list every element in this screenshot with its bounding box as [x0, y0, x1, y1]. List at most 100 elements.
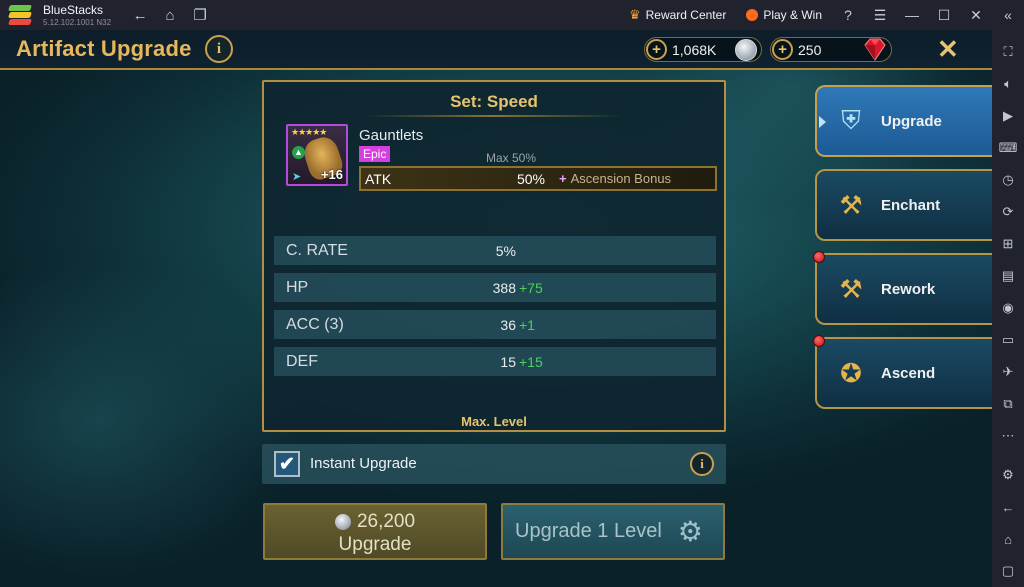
ascension-bonus: + Ascension Bonus	[559, 171, 671, 186]
substat-row: HP 388 +75	[274, 273, 716, 302]
reward-center-label: Reward Center	[645, 8, 727, 22]
max-stat-label: Max 50%	[486, 151, 537, 165]
multi-window-icon[interactable]: ❐	[185, 6, 215, 24]
bluestacks-titlebar: BlueStacks 5.12.102.1001 N32 ← ⌂ ❐ ♛ Rew…	[0, 0, 1024, 30]
main-stat-label: ATK	[365, 170, 392, 187]
substat-label: C. RATE	[286, 241, 348, 259]
set-divider	[364, 115, 624, 117]
substat-value: 5%	[495, 242, 516, 259]
sidebar-home-icon[interactable]: ⌂	[992, 523, 1024, 555]
artifact-icon[interactable]: ★★★★★ ▲ ➤ +16	[286, 124, 348, 186]
help-icon[interactable]: ?	[832, 7, 864, 23]
back-arrow-icon[interactable]: ←	[125, 7, 155, 24]
substat-increase: +75	[519, 279, 543, 296]
substat-label: ACC (3)	[286, 315, 344, 333]
substat-value: 388	[492, 279, 516, 296]
ascension-bonus-label: Ascension Bonus	[570, 171, 672, 186]
crown-icon: ♛	[628, 7, 641, 22]
notification-dot	[813, 335, 825, 347]
main-stat-value: 50%	[516, 170, 545, 187]
page-title: Artifact Upgrade	[16, 36, 192, 61]
silver-coin-icon	[735, 39, 757, 61]
app-version: 5.12.102.1001 N32	[43, 17, 112, 27]
collapse-sidebar-icon[interactable]: «	[992, 7, 1024, 23]
recent-apps-icon[interactable]: ▢	[992, 555, 1024, 587]
instant-upgrade-checkbox[interactable]: ✔	[274, 451, 300, 477]
tab-ascend[interactable]: ✪ Ascend	[813, 335, 992, 409]
substat-increase: +15	[519, 353, 543, 370]
tab-enchant[interactable]: ⚒ Enchant	[815, 169, 992, 241]
main-stat-row: ATK 50% + Ascension Bonus	[359, 166, 717, 191]
notification-dot	[813, 251, 825, 263]
airplane-icon[interactable]: ✈	[992, 356, 1024, 388]
anvil-icon: ⚒	[839, 189, 863, 220]
upgrade-arrow-icon: ▲	[292, 146, 305, 159]
game-topbar: Artifact Upgrade i + 1,068K + 250 ✕	[0, 30, 992, 70]
info-icon[interactable]: i	[205, 35, 233, 63]
app-name: BlueStacks	[43, 2, 104, 17]
more-options-icon[interactable]: ⋯	[992, 420, 1024, 452]
play-win-icon	[746, 9, 759, 21]
upgrade-button-label: Upgrade	[338, 534, 412, 555]
max-level-text: Max. Level	[461, 414, 527, 429]
plus-icon: +	[559, 171, 567, 186]
apk-install-icon[interactable]: ▤	[992, 260, 1024, 292]
maximize-icon[interactable]: ☐	[928, 7, 960, 24]
tab-enchant-label: Enchant	[881, 196, 941, 214]
tab-rework[interactable]: ⚒ Rework	[813, 251, 992, 325]
add-gems-button[interactable]: +	[772, 39, 793, 60]
screenshot-icon[interactable]: ◉	[992, 292, 1024, 324]
gear-icon[interactable]: ⚙	[678, 515, 703, 548]
substat-row: DEF 15 +15	[274, 347, 716, 376]
play-win-button[interactable]: Play & Win	[736, 0, 832, 30]
home-icon[interactable]: ⌂	[155, 7, 185, 24]
reward-center-button[interactable]: ♛ Reward Center	[619, 0, 736, 30]
app-name-block: BlueStacks 5.12.102.1001 N32	[43, 4, 111, 27]
silver-coin-icon	[334, 514, 351, 530]
play-win-label: Play & Win	[763, 8, 822, 22]
tab-upgrade-label: Upgrade	[881, 112, 942, 130]
keyboard-icon[interactable]: ⌨	[992, 132, 1024, 164]
bluestacks-logo-icon	[8, 4, 32, 26]
substat-row: ACC (3) 36 +1	[274, 310, 716, 339]
substat-label: DEF	[286, 352, 318, 370]
upgrade-cost-button[interactable]: 26,200 Upgrade	[263, 503, 487, 560]
substat-label: HP	[286, 278, 309, 296]
hammer-wrench-icon: ⚒	[839, 273, 863, 304]
upgrade-cost-amount: 26,200	[356, 511, 416, 532]
add-silver-button[interactable]: +	[646, 39, 667, 60]
rarity-badge: Epic	[359, 146, 391, 162]
folder-icon[interactable]: ▭	[992, 324, 1024, 356]
substat-value: 15	[500, 353, 516, 370]
bluestacks-sidebar: ⛶ 🔈︎ ▶ ⌨ ◷ ⟳ ⊞ ▤ ◉ ▭ ✈ ⧉ ⋯ ⚙ ← ⌂ ▢	[992, 30, 1024, 587]
artifact-panel: Set: Speed ★★★★★ ▲ ➤ +16 Gauntlets Epic …	[262, 80, 726, 432]
sidebar-back-icon[interactable]: ←	[992, 491, 1024, 523]
macro-icon[interactable]: ◷	[992, 164, 1024, 196]
silver-currency: + 1,068K	[644, 37, 762, 62]
volume-icon[interactable]: 🔈︎	[992, 68, 1024, 100]
menu-icon[interactable]: ☰	[864, 7, 896, 24]
sync-icon[interactable]: ⟳	[992, 196, 1024, 228]
instant-upgrade-row: ✔ Instant Upgrade i	[262, 444, 726, 484]
upgrade-one-level-label: Upgrade 1 Level	[515, 520, 662, 542]
screen-record-icon[interactable]: ▶	[992, 100, 1024, 132]
multi-instance-icon[interactable]: ⧉	[992, 388, 1024, 420]
artifact-level: +16	[320, 167, 343, 182]
fullscreen-icon[interactable]: ⛶	[992, 36, 1024, 68]
gamepad-icon[interactable]: ⊞	[992, 228, 1024, 260]
settings-icon[interactable]: ⚙	[992, 459, 1024, 491]
set-title: Set: Speed	[450, 92, 538, 111]
selected-arrow-icon	[819, 116, 826, 128]
game-area: Artifact Upgrade i + 1,068K + 250 ✕ Set:…	[0, 30, 992, 587]
speed-set-icon: ➤	[292, 171, 302, 183]
tab-rework-label: Rework	[881, 280, 936, 298]
close-window-icon[interactable]: ✕	[960, 7, 992, 24]
close-screen-button[interactable]: ✕	[937, 34, 959, 65]
instant-upgrade-info-icon[interactable]: i	[690, 452, 714, 476]
artifact-name: Gauntlets	[359, 127, 424, 144]
tab-ascend-label: Ascend	[881, 364, 936, 382]
ruby-gem-icon	[864, 38, 886, 61]
minimize-icon[interactable]: —	[896, 7, 928, 23]
upgrade-one-level-button[interactable]: Upgrade 1 Level ⚙	[501, 503, 725, 560]
tab-upgrade[interactable]: ⛨ Upgrade	[815, 85, 992, 157]
